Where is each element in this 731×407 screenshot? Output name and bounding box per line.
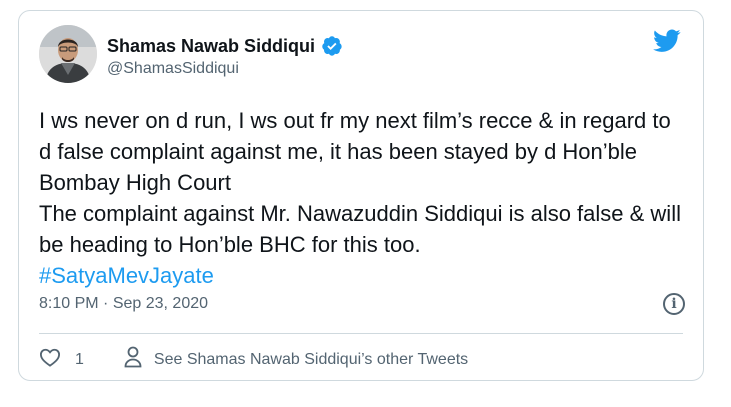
like-count: 1 [75, 350, 84, 368]
hashtag-link[interactable]: #SatyaMevJayate [39, 263, 214, 288]
tweet-time[interactable]: 8:10 PM [39, 295, 99, 312]
other-tweets-label[interactable]: See Shamas Nawab Siddiqui’s other Tweets [154, 351, 468, 369]
twitter-bird-icon[interactable] [653, 29, 681, 53]
tweet-timestamp[interactable]: 8:10 PM · Sep 23, 2020 [39, 295, 208, 313]
heart-icon [39, 347, 61, 372]
divider [39, 333, 683, 334]
author-line: Shamas Nawab Siddiqui [107, 35, 343, 57]
meta-separator: · [103, 295, 109, 312]
author-handle[interactable]: @ShamasSiddiqui [107, 60, 239, 78]
tweet-date[interactable]: Sep 23, 2020 [113, 295, 208, 312]
tweet-text-content: I ws never on d run, I ws out fr my next… [39, 108, 681, 257]
info-icon[interactable]: i [663, 293, 685, 315]
like-button[interactable]: 1 [39, 347, 84, 372]
other-tweets-link[interactable]: See Shamas Nawab Siddiqui’s other Tweets [124, 346, 468, 373]
person-icon [124, 346, 142, 373]
tweet-actions: 1 See Shamas Nawab Siddiqui’s other Twee… [39, 346, 468, 373]
avatar-image [39, 25, 97, 83]
verified-badge-icon [321, 35, 343, 57]
avatar[interactable] [39, 25, 97, 83]
author-name[interactable]: Shamas Nawab Siddiqui [107, 36, 315, 57]
tweet-text: I ws never on d run, I ws out fr my next… [39, 105, 689, 291]
tweet-card: Shamas Nawab Siddiqui @ShamasSiddiqui I … [18, 10, 704, 381]
